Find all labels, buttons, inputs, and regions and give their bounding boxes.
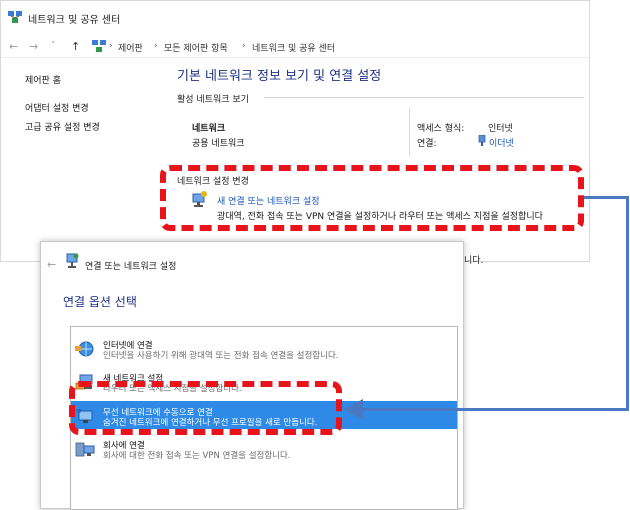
highlight-box-wireless-option [69,381,342,435]
breadcrumb-separator: › [154,41,158,51]
window-title: 네트워크 및 공유 센터 [28,15,121,26]
breadcrumb-separator: › [242,41,246,51]
option-description: 회사에 대한 전화 접속 또는 VPN 연결을 설정합니다. [103,451,291,461]
ethernet-icon [478,135,486,146]
option-description: 인터넷을 사용하기 위해 광대역 또는 전화 접속 연결을 설정합니다. [103,351,339,361]
sidebar-item-advanced-sharing[interactable]: 고급 공유 설정 변경 [25,120,100,133]
network-name: 네트워크 [192,124,226,134]
wizard-heading: 연결 옵션 선택 [63,295,137,309]
ethernet-link[interactable]: 이더넷 [489,136,514,149]
partial-description: 니다. [464,256,484,266]
up-button[interactable]: ↑ [71,40,80,53]
wizard-title: 연결 또는 네트워크 설정 [85,262,177,272]
network-setup-icon [66,253,79,268]
access-type-label: 액세스 형식: [417,124,465,134]
setup-connection-window: ← 연결 또는 네트워크 설정 연결 옵션 선택 인터넷에 연결 인터넷을 사용… [40,241,464,510]
breadcrumb-control-panel[interactable]: 제어판 [118,41,143,54]
address-bar: ← → ˅ ↑ › 제어판 › 모든 제어판 항목 › 네트워크 및 공유 센터 [1,35,589,58]
section-divider [264,97,584,98]
globe-network-icon [75,341,94,357]
back-button[interactable]: ← [47,258,56,271]
active-networks-label: 활성 네트워크 보기 [177,95,249,105]
option-connect-workplace[interactable]: 회사에 연결 회사에 대한 전화 접속 또는 VPN 연결을 설정합니다. [71,434,457,462]
connection-label: 연결: [417,139,437,149]
forward-button[interactable]: → [29,40,38,53]
breadcrumb-all-items[interactable]: 모든 제어판 항목 [164,41,228,54]
highlight-box-network-settings [160,165,584,231]
sidebar-item-control-panel-home[interactable]: 제어판 홈 [25,73,61,86]
recent-locations-button[interactable]: ˅ [51,41,56,51]
back-button[interactable]: ← [9,40,18,53]
sidebar-item-adapter-settings[interactable]: 어댑터 설정 변경 [25,101,89,114]
network-type-link[interactable]: 공용 네트워크 [192,136,245,149]
option-connect-internet[interactable]: 인터넷에 연결 인터넷을 사용하기 위해 광대역 또는 전화 접속 연결을 설정… [71,334,457,362]
title-bar: 네트워크 및 공유 센터 [1,1,589,31]
network-center-icon [8,11,22,23]
network-center-icon [92,40,106,52]
connector-line [358,408,629,411]
breadcrumb-separator: › [109,41,113,51]
arrow-head-icon [343,399,363,420]
page-title: 기본 네트워크 정보 보기 및 연결 설정 [177,69,382,84]
breadcrumb-network-center[interactable]: 네트워크 및 공유 센터 [252,41,335,54]
access-type-value: 인터넷 [488,124,513,134]
workplace-vpn-icon [75,442,95,457]
column-divider [409,107,410,157]
connector-line [626,196,629,411]
connector-line [584,196,628,199]
